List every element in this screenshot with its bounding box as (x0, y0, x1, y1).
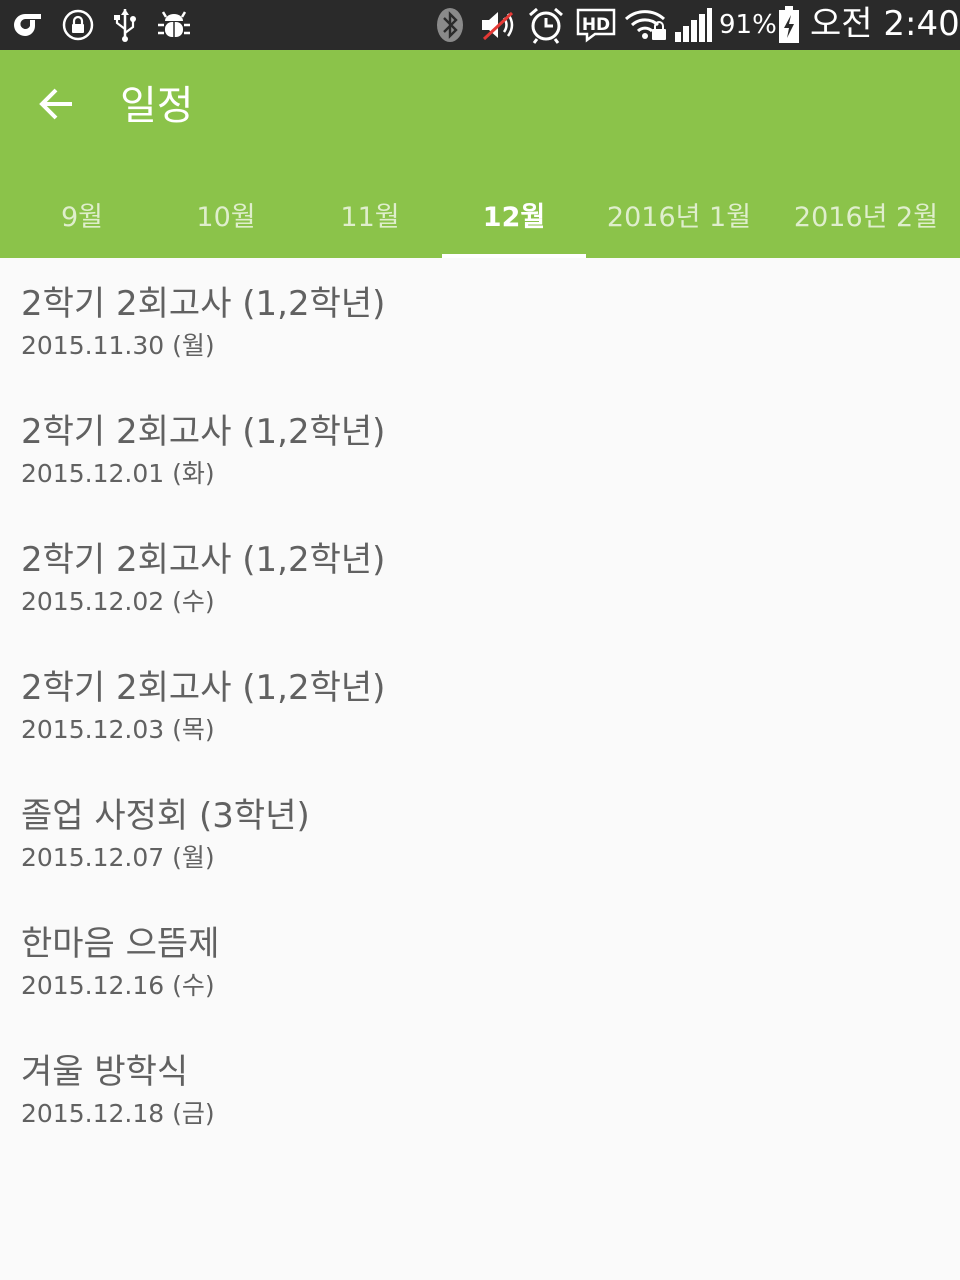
debug-bug-icon (155, 5, 193, 45)
page-title: 일정 (120, 83, 194, 129)
tab-2016-january[interactable]: 2016년 1월 (586, 170, 772, 258)
list-item[interactable]: 2학기 2회고사 (1,2학년) 2015.12.01 (화) (0, 386, 960, 514)
event-title: 2학기 2회고사 (1,2학년) (21, 412, 386, 452)
month-tabs: 9월 10월 11월 12월 2016년 1월 2016년 2월 (0, 170, 960, 258)
list-item[interactable]: 겨울 방학식 2015.12.18 (금) (0, 1026, 960, 1154)
app-bar: 일정 9월 10월 11월 12월 2016년 1월 2016년 2월 (0, 50, 960, 258)
list-item[interactable]: 2학기 2회고사 (1,2학년) 2015.12.03 (목) (0, 642, 960, 770)
event-date: 2015.12.03 (목) (21, 715, 215, 744)
schedule-list: 2학기 2회고사 (1,2학년) 2015.11.30 (월) 2학기 2회고사… (0, 258, 960, 1154)
event-date: 2015.12.07 (월) (21, 843, 215, 872)
status-bar: HD 91% 오전 2:40 (0, 0, 960, 50)
event-title: 2학기 2회고사 (1,2학년) (21, 668, 386, 708)
event-title: 졸업 사정회 (3학년) (21, 796, 310, 836)
tab-november[interactable]: 11월 (298, 170, 442, 258)
event-date: 2015.12.01 (화) (21, 459, 215, 488)
event-title: 겨울 방학식 (21, 1052, 189, 1092)
list-item[interactable]: 2학기 2회고사 (1,2학년) 2015.11.30 (월) (0, 258, 960, 386)
event-date: 2015.11.30 (월) (21, 331, 215, 360)
battery-charging-icon (776, 5, 802, 45)
tab-2016-february[interactable]: 2016년 2월 (772, 170, 960, 258)
event-title: 2학기 2회고사 (1,2학년) (21, 284, 386, 324)
list-item[interactable]: 졸업 사정회 (3학년) 2015.12.07 (월) (0, 770, 960, 898)
event-title: 한마음 으뜸제 (21, 924, 220, 964)
tab-september[interactable]: 9월 (10, 170, 154, 258)
usb-icon (110, 5, 140, 45)
lock-icon (60, 5, 96, 45)
volume-muted-icon (478, 5, 518, 45)
signal-icon (672, 5, 714, 45)
event-date: 2015.12.18 (금) (21, 1099, 215, 1128)
battery-percent: 91% (719, 10, 777, 40)
wifi-lock-icon (624, 5, 670, 45)
svg-text:HD: HD (582, 15, 610, 35)
arrow-left-icon (39, 88, 72, 120)
event-date: 2015.12.02 (수) (21, 587, 215, 616)
alarm-icon (526, 5, 566, 45)
list-item[interactable]: 2학기 2회고사 (1,2학년) 2015.12.02 (수) (0, 514, 960, 642)
list-item[interactable]: 한마음 으뜸제 2015.12.16 (수) (0, 898, 960, 1026)
event-title: 2학기 2회고사 (1,2학년) (21, 540, 386, 580)
tab-december[interactable]: 12월 (442, 170, 586, 258)
clock-time: 오전 2:40 (810, 4, 960, 44)
hd-voice-icon: HD (575, 5, 617, 45)
back-button[interactable] (24, 72, 88, 136)
tab-october[interactable]: 10월 (154, 170, 298, 258)
carrier-logo-icon (12, 5, 48, 45)
bluetooth-icon (434, 5, 466, 45)
event-date: 2015.12.16 (수) (21, 971, 215, 1000)
